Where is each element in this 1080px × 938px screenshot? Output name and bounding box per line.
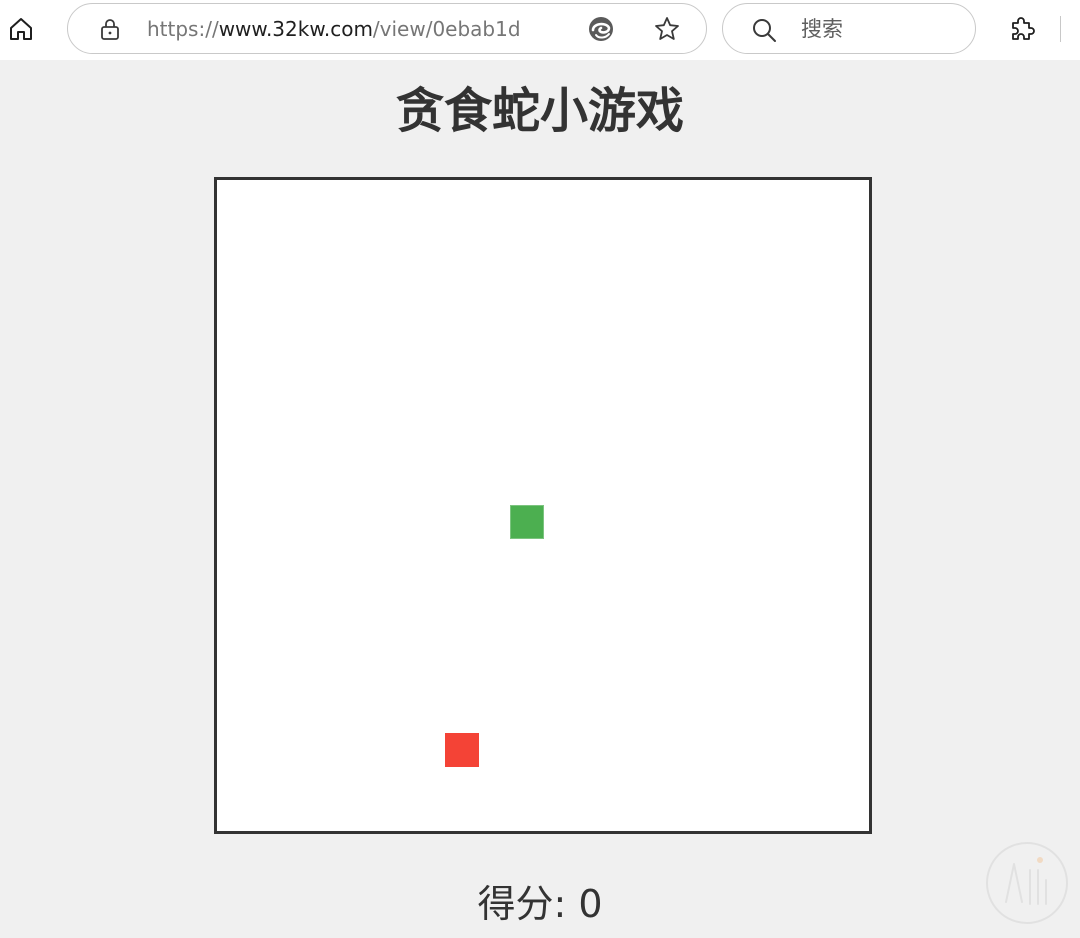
url-prefix: https:// bbox=[147, 17, 219, 41]
search-icon bbox=[753, 19, 776, 42]
home-button[interactable] bbox=[6, 14, 36, 44]
url-path: /view/0ebab1d bbox=[372, 17, 521, 41]
home-icon bbox=[10, 18, 32, 40]
edge-icon[interactable] bbox=[587, 15, 615, 43]
address-bar[interactable]: https://www.32kw.com/view/0ebab1d bbox=[67, 3, 707, 54]
toolbar-divider bbox=[1060, 16, 1061, 42]
search-box[interactable]: 搜索 bbox=[722, 3, 976, 54]
score-separator: : bbox=[553, 882, 579, 926]
extensions-button[interactable] bbox=[1007, 14, 1037, 44]
url-text[interactable]: https://www.32kw.com/view/0ebab1d bbox=[147, 16, 521, 42]
snake-head bbox=[510, 505, 544, 539]
score-value: 0 bbox=[578, 882, 603, 926]
score-display: 得分: 0 bbox=[0, 878, 1080, 930]
score-label: 得分 bbox=[477, 882, 554, 926]
search-placeholder: 搜索 bbox=[801, 17, 843, 41]
game-board[interactable] bbox=[214, 177, 872, 834]
star-icon[interactable] bbox=[653, 15, 681, 43]
browser-toolbar: https://www.32kw.com/view/0ebab1d 搜索 bbox=[0, 0, 1080, 60]
puzzle-icon bbox=[1012, 17, 1035, 40]
watermark-logo-icon bbox=[986, 842, 1068, 924]
food-item bbox=[445, 733, 479, 767]
lock-icon[interactable] bbox=[98, 17, 122, 41]
page-title: 贪食蛇小游戏 bbox=[395, 83, 684, 139]
url-host: www.32kw.com bbox=[218, 17, 373, 41]
